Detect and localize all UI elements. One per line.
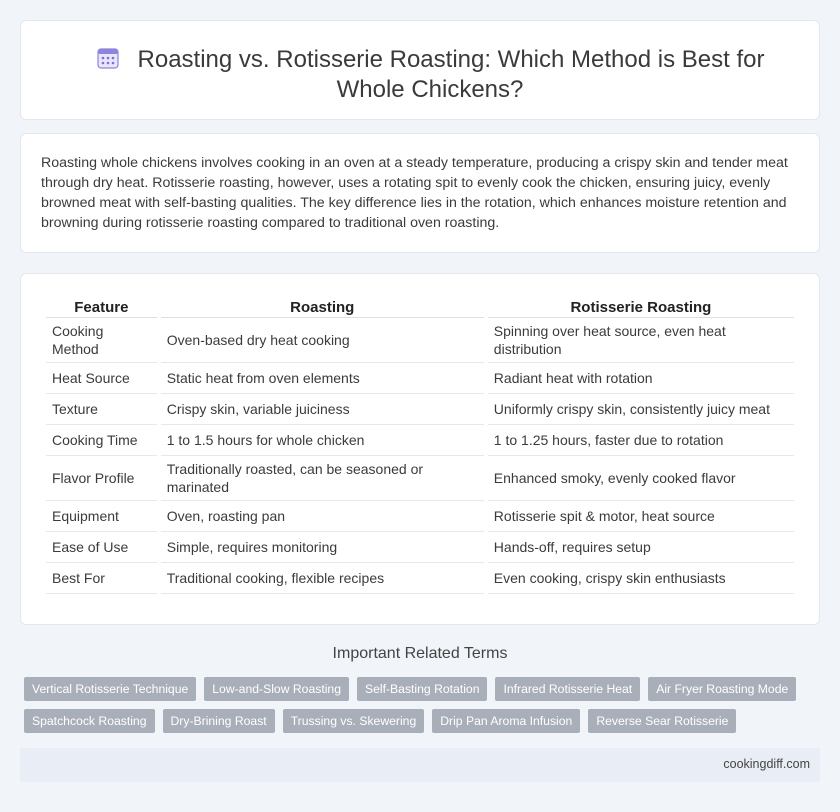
title-card: Roasting vs. Rotisserie Roasting: Which … xyxy=(20,20,820,120)
cell-feature: Ease of Use xyxy=(46,532,157,563)
comparison-table: Feature Roasting Rotisserie Roasting Coo… xyxy=(42,294,798,594)
table-row: Heat Source Static heat from oven elemen… xyxy=(46,363,794,394)
table-row: Texture Crispy skin, variable juiciness … xyxy=(46,394,794,425)
related-terms-row-1: Vertical Rotisserie Technique Low-and-Sl… xyxy=(24,677,797,701)
page-title-wrap: Roasting vs. Rotisserie Roasting: Which … xyxy=(61,45,799,105)
cell-rotisserie: Uniformly crispy skin, consistently juic… xyxy=(487,394,794,425)
table-row: Equipment Oven, roasting pan Rotisserie … xyxy=(46,501,794,532)
cell-roasting: Traditionally roasted, can be seasoned o… xyxy=(160,456,484,501)
cell-rotisserie: Even cooking, crispy skin enthusiasts xyxy=(487,563,794,594)
table-header-row: Feature Roasting Rotisserie Roasting xyxy=(46,294,794,318)
table-row: Flavor Profile Traditionally roasted, ca… xyxy=(46,456,794,501)
related-term-tag[interactable]: Spatchcock Roasting xyxy=(24,709,155,733)
footer-site-link[interactable]: cookingdiff.com xyxy=(723,757,810,771)
related-terms-heading: Important Related Terms xyxy=(332,645,508,662)
cell-roasting: Oven-based dry heat cooking xyxy=(160,318,484,363)
table-row: Ease of Use Simple, requires monitoring … xyxy=(46,532,794,563)
header-roasting: Roasting xyxy=(160,294,484,318)
table-row: Cooking Method Oven-based dry heat cooki… xyxy=(46,318,794,363)
cell-rotisserie: Rotisserie spit & motor, heat source xyxy=(487,501,794,532)
cell-roasting: Static heat from oven elements xyxy=(160,363,484,394)
related-term-tag[interactable]: Low-and-Slow Roasting xyxy=(204,677,349,701)
header-feature: Feature xyxy=(46,294,157,318)
cell-feature: Texture xyxy=(46,394,157,425)
cell-feature: Heat Source xyxy=(46,363,157,394)
cell-rotisserie: Hands-off, requires setup xyxy=(487,532,794,563)
related-term-tag[interactable]: Reverse Sear Rotisserie xyxy=(588,709,737,733)
footer-bar: cookingdiff.com xyxy=(20,748,820,782)
header-rotisserie: Rotisserie Roasting xyxy=(487,294,794,318)
cell-roasting: Crispy skin, variable juiciness xyxy=(160,394,484,425)
cell-feature: Cooking Time xyxy=(46,425,157,456)
page-title: Roasting vs. Rotisserie Roasting: Which … xyxy=(137,46,765,103)
calendar-icon xyxy=(96,46,120,70)
related-term-tag[interactable]: Vertical Rotisserie Technique xyxy=(24,677,197,701)
related-term-tag[interactable]: Trussing vs. Skewering xyxy=(282,709,425,733)
cell-roasting: Oven, roasting pan xyxy=(160,501,484,532)
related-term-tag[interactable]: Drip Pan Aroma Infusion xyxy=(432,709,581,733)
table-row: Cooking Time 1 to 1.5 hours for whole ch… xyxy=(46,425,794,456)
intro-paragraph: Roasting whole chickens involves cooking… xyxy=(41,155,788,231)
cell-rotisserie: Radiant heat with rotation xyxy=(487,363,794,394)
cell-roasting: Simple, requires monitoring xyxy=(160,532,484,563)
cell-feature: Equipment xyxy=(46,501,157,532)
related-term-tag[interactable]: Dry-Brining Roast xyxy=(162,709,275,733)
related-term-tag[interactable]: Air Fryer Roasting Mode xyxy=(648,677,797,701)
cell-feature: Flavor Profile xyxy=(46,456,157,501)
cell-feature: Cooking Method xyxy=(46,318,157,363)
comparison-table-card: Feature Roasting Rotisserie Roasting Coo… xyxy=(20,273,820,625)
table-row: Best For Traditional cooking, flexible r… xyxy=(46,563,794,594)
cell-rotisserie: Spinning over heat source, even heat dis… xyxy=(487,318,794,363)
related-terms-row-2: Spatchcock Roasting Dry-Brining Roast Tr… xyxy=(24,709,737,733)
cell-rotisserie: 1 to 1.25 hours, faster due to rotation xyxy=(487,425,794,456)
cell-roasting: Traditional cooking, flexible recipes xyxy=(160,563,484,594)
related-term-tag[interactable]: Self-Basting Rotation xyxy=(356,677,488,701)
cell-roasting: 1 to 1.5 hours for whole chicken xyxy=(160,425,484,456)
related-term-tag[interactable]: Infrared Rotisserie Heat xyxy=(495,677,641,701)
cell-feature: Best For xyxy=(46,563,157,594)
cell-rotisserie: Enhanced smoky, evenly cooked flavor xyxy=(487,456,794,501)
intro-card: Roasting whole chickens involves cooking… xyxy=(20,133,820,253)
